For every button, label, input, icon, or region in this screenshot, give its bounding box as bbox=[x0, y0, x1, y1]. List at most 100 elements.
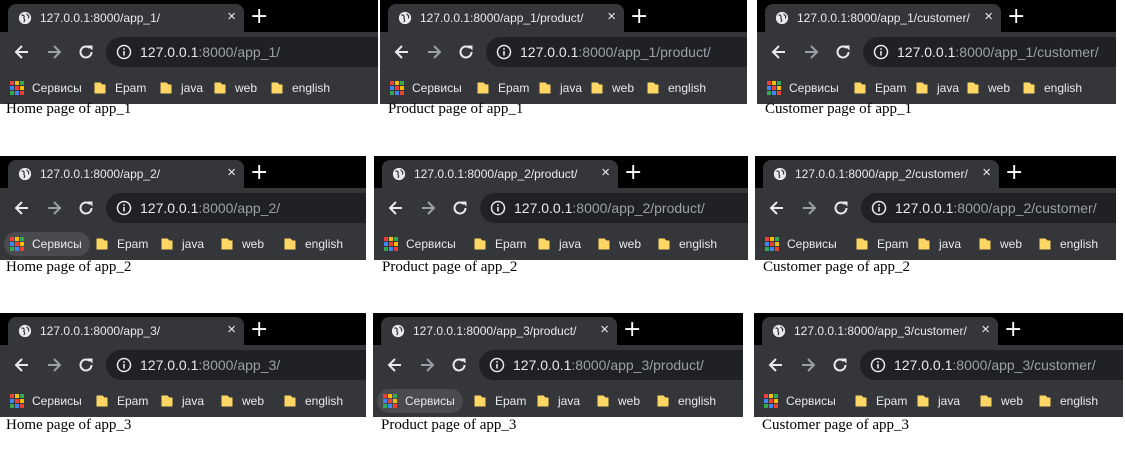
bookmark-folder[interactable]: english bbox=[1038, 232, 1098, 256]
info-icon[interactable] bbox=[496, 44, 512, 60]
bookmark-folder[interactable]: java bbox=[160, 389, 204, 413]
arrow-right-icon[interactable] bbox=[799, 198, 819, 218]
browser-tab[interactable]: 127.0.0.1:8000/app_3/ × bbox=[8, 317, 244, 345]
bookmark-folder[interactable]: web bbox=[590, 76, 634, 100]
arrow-left-icon[interactable] bbox=[385, 355, 405, 375]
address-bar[interactable]: 127.0.0.1:8000/app_2/customer/ bbox=[861, 193, 1116, 223]
bookmark-folder[interactable]: java bbox=[915, 76, 959, 100]
reload-icon[interactable] bbox=[831, 198, 851, 218]
arrow-right-icon[interactable] bbox=[798, 355, 818, 375]
bookmark-folder[interactable]: english bbox=[270, 76, 330, 100]
reload-icon[interactable] bbox=[830, 355, 850, 375]
reload-icon[interactable] bbox=[449, 355, 469, 375]
plus-icon[interactable]: + bbox=[630, 3, 648, 31]
address-bar[interactable]: 127.0.0.1:8000/app_2/ bbox=[106, 193, 366, 223]
arrow-left-icon[interactable] bbox=[386, 198, 406, 218]
bookmark-folder[interactable]: web bbox=[220, 389, 264, 413]
plus-icon[interactable]: + bbox=[1004, 316, 1022, 344]
arrow-left-icon[interactable] bbox=[12, 355, 32, 375]
browser-tab[interactable]: 127.0.0.1:8000/app_2/product/ × bbox=[382, 160, 618, 188]
address-bar[interactable]: 127.0.0.1:8000/app_1/ bbox=[106, 37, 378, 67]
bookmark-apps[interactable]: Сервисы bbox=[4, 232, 90, 256]
arrow-right-icon[interactable] bbox=[424, 42, 444, 62]
plus-icon[interactable]: + bbox=[1005, 159, 1023, 187]
bookmark-folder[interactable]: Epam bbox=[95, 232, 148, 256]
arrow-left-icon[interactable] bbox=[12, 42, 32, 62]
bookmark-folder[interactable]: web bbox=[979, 389, 1023, 413]
close-tab-button[interactable]: × bbox=[600, 321, 609, 339]
arrow-right-icon[interactable] bbox=[44, 198, 64, 218]
arrow-left-icon[interactable] bbox=[392, 42, 412, 62]
browser-tab[interactable]: 127.0.0.1:8000/app_1/customer/ × bbox=[765, 4, 1001, 32]
bookmark-folder[interactable]: java bbox=[917, 232, 961, 256]
bookmark-folder[interactable]: Epam bbox=[473, 232, 526, 256]
address-bar[interactable]: 127.0.0.1:8000/app_2/product/ bbox=[480, 193, 748, 223]
info-icon[interactable] bbox=[873, 44, 889, 60]
close-tab-button[interactable]: × bbox=[607, 8, 616, 26]
bookmark-folder[interactable]: java bbox=[916, 389, 960, 413]
plus-icon[interactable]: + bbox=[250, 316, 268, 344]
close-tab-button[interactable]: × bbox=[227, 321, 236, 339]
info-icon[interactable] bbox=[490, 200, 506, 216]
arrow-left-icon[interactable] bbox=[769, 42, 789, 62]
arrow-right-icon[interactable] bbox=[417, 355, 437, 375]
close-tab-button[interactable]: × bbox=[601, 164, 610, 182]
address-bar[interactable]: 127.0.0.1:8000/app_3/customer/ bbox=[860, 350, 1123, 380]
bookmark-folder[interactable]: english bbox=[283, 232, 343, 256]
plus-icon[interactable]: + bbox=[623, 316, 641, 344]
bookmark-folder[interactable]: Epam bbox=[476, 76, 529, 100]
bookmark-folder[interactable]: Epam bbox=[855, 232, 908, 256]
bookmark-folder[interactable]: web bbox=[978, 232, 1022, 256]
arrow-right-icon[interactable] bbox=[418, 198, 438, 218]
bookmark-folder[interactable]: java bbox=[160, 232, 204, 256]
arrow-right-icon[interactable] bbox=[44, 355, 64, 375]
bookmark-folder[interactable]: Epam bbox=[473, 389, 526, 413]
info-icon[interactable] bbox=[489, 357, 505, 373]
bookmark-folder[interactable]: web bbox=[966, 76, 1010, 100]
bookmark-apps[interactable]: Сервисы bbox=[758, 389, 844, 413]
close-tab-button[interactable]: × bbox=[982, 164, 991, 182]
browser-tab[interactable]: 127.0.0.1:8000/app_2/customer/ × bbox=[763, 160, 999, 188]
bookmark-folder[interactable]: web bbox=[597, 232, 641, 256]
arrow-left-icon[interactable] bbox=[767, 198, 787, 218]
reload-icon[interactable] bbox=[833, 42, 853, 62]
browser-tab[interactable]: 127.0.0.1:8000/app_3/customer/ × bbox=[762, 317, 998, 345]
info-icon[interactable] bbox=[871, 200, 887, 216]
bookmark-apps[interactable]: Сервисы bbox=[759, 232, 845, 256]
plus-icon[interactable]: + bbox=[1007, 3, 1025, 31]
arrow-right-icon[interactable] bbox=[801, 42, 821, 62]
bookmark-apps[interactable]: Сервисы bbox=[377, 389, 463, 413]
bookmark-folder[interactable]: english bbox=[657, 232, 717, 256]
plus-icon[interactable]: + bbox=[624, 159, 642, 187]
bookmark-folder[interactable]: java bbox=[536, 389, 580, 413]
browser-tab[interactable]: 127.0.0.1:8000/app_2/ × bbox=[8, 160, 244, 188]
bookmark-folder[interactable]: web bbox=[596, 389, 640, 413]
bookmark-folder[interactable]: english bbox=[1022, 76, 1082, 100]
address-bar[interactable]: 127.0.0.1:8000/app_1/product/ bbox=[486, 37, 747, 67]
close-tab-button[interactable]: × bbox=[227, 8, 236, 26]
bookmark-folder[interactable]: Epam bbox=[854, 389, 907, 413]
browser-tab[interactable]: 127.0.0.1:8000/app_1/product/ × bbox=[388, 4, 624, 32]
arrow-right-icon[interactable] bbox=[44, 42, 64, 62]
close-tab-button[interactable]: × bbox=[227, 164, 236, 182]
address-bar[interactable]: 127.0.0.1:8000/app_3/ bbox=[106, 350, 366, 380]
arrow-left-icon[interactable] bbox=[766, 355, 786, 375]
reload-icon[interactable] bbox=[450, 198, 470, 218]
bookmark-folder[interactable]: english bbox=[656, 389, 716, 413]
address-bar[interactable]: 127.0.0.1:8000/app_3/product/ bbox=[479, 350, 743, 380]
close-tab-button[interactable]: × bbox=[981, 321, 990, 339]
info-icon[interactable] bbox=[116, 200, 132, 216]
bookmark-apps[interactable]: Сервисы bbox=[4, 389, 90, 413]
bookmark-folder[interactable]: web bbox=[213, 76, 257, 100]
address-bar[interactable]: 127.0.0.1:8000/app_1/customer/ bbox=[863, 37, 1116, 67]
reload-icon[interactable] bbox=[76, 355, 96, 375]
plus-icon[interactable]: + bbox=[250, 3, 268, 31]
info-icon[interactable] bbox=[870, 357, 886, 373]
bookmark-folder[interactable]: web bbox=[220, 232, 264, 256]
bookmark-apps[interactable]: Сервисы bbox=[384, 76, 470, 100]
bookmark-folder[interactable]: Epam bbox=[95, 389, 148, 413]
bookmark-folder[interactable]: java bbox=[538, 76, 582, 100]
bookmark-apps[interactable]: Сервисы bbox=[4, 76, 90, 100]
info-icon[interactable] bbox=[116, 357, 132, 373]
reload-icon[interactable] bbox=[76, 198, 96, 218]
